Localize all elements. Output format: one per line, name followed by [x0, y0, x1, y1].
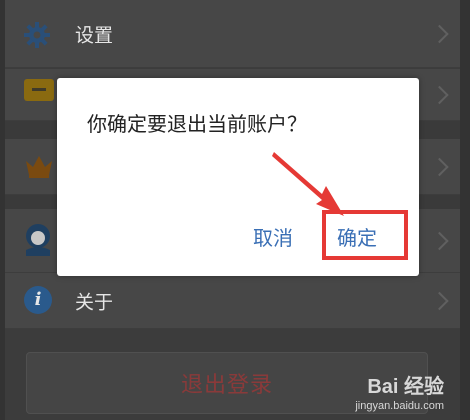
crown-icon — [26, 156, 52, 178]
dialog-message: 你确定要退出当前账户？ — [87, 112, 307, 136]
settings-row[interactable]: 设置 — [5, 0, 460, 68]
chevron-right-icon — [430, 231, 449, 250]
annotation-highlight-box — [322, 210, 408, 260]
page-edge-right — [460, 0, 470, 420]
info-icon: i — [24, 286, 52, 314]
wallet-icon — [24, 79, 54, 101]
chevron-right-icon — [430, 85, 449, 104]
about-label: 关于 — [75, 291, 114, 313]
chevron-right-icon — [430, 291, 449, 310]
chevron-right-icon — [430, 24, 449, 43]
customer-service-icon — [26, 224, 50, 256]
gear-icon — [24, 22, 50, 48]
watermark-logo: Bai 经验 — [367, 376, 444, 398]
watermark-url: jingyan.baidu.com — [355, 400, 444, 412]
settings-label: 设置 — [75, 24, 114, 46]
about-row[interactable]: 关于 — [5, 273, 460, 329]
cancel-button[interactable]: 取消 — [253, 222, 293, 251]
chevron-right-icon — [430, 157, 449, 176]
baidu-jingyan-watermark: Bai 经验 jingyan.baidu.com — [355, 376, 444, 412]
